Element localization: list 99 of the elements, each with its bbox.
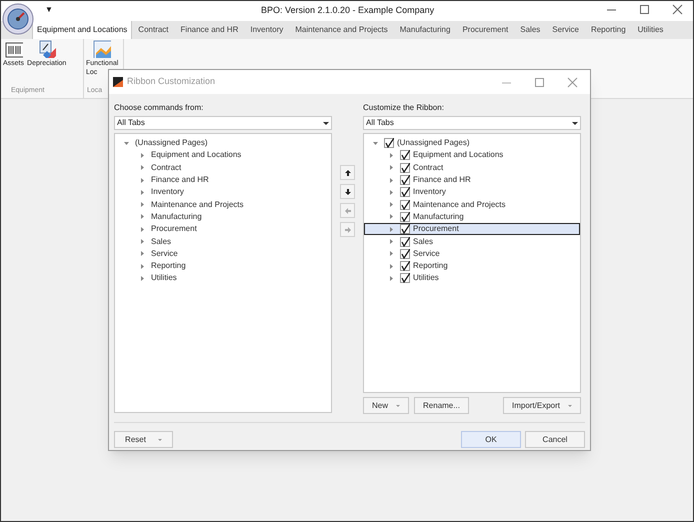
close-icon[interactable]: [672, 4, 683, 15]
ribbon-tab[interactable]: Equipment and Locations: [32, 20, 132, 39]
ribbon-tab[interactable]: Contract: [132, 21, 175, 39]
checkbox[interactable]: [400, 236, 410, 247]
ribbon-tab[interactable]: Utilities: [632, 21, 670, 39]
tree-item[interactable]: Maintenance and Projects: [115, 198, 331, 211]
tree-item[interactable]: Service: [364, 248, 580, 260]
expand-icon[interactable]: [139, 226, 146, 233]
tree-item[interactable]: Procurement: [115, 223, 331, 236]
collapse-icon[interactable]: [123, 140, 130, 147]
close-icon[interactable]: [567, 76, 578, 88]
checkbox[interactable]: [400, 212, 410, 222]
arrow-up-icon: [344, 168, 352, 176]
maximize-icon[interactable]: [639, 4, 650, 15]
expand-icon[interactable]: [139, 176, 146, 184]
window-title: BPO: Version 2.1.0.20 - Example Company: [261, 5, 434, 16]
tree-item[interactable]: Maintenance and Projects: [364, 198, 580, 211]
ribbon-tab[interactable]: Maintenance and Projects: [289, 21, 394, 39]
expand-icon[interactable]: [139, 201, 146, 208]
ribbon-tab[interactable]: Finance and HR: [174, 21, 244, 39]
checkbox[interactable]: [400, 248, 410, 259]
checkbox[interactable]: [400, 273, 410, 284]
tree-item[interactable]: Procurement: [364, 223, 580, 236]
tree-item[interactable]: Inventory: [115, 186, 331, 198]
expand-icon[interactable]: [388, 238, 395, 246]
tree-item[interactable]: Utilities: [115, 272, 331, 285]
maximize-icon[interactable]: [534, 76, 545, 88]
expand-icon[interactable]: [139, 152, 146, 159]
ribbon-tab[interactable]: Sales: [514, 21, 546, 39]
tree-item[interactable]: (Unassigned Pages): [115, 137, 331, 150]
tree-item[interactable]: Finance and HR: [364, 174, 580, 186]
ribbon-tab[interactable]: Procurement: [456, 21, 514, 39]
dropdown-arrow-icon[interactable]: [572, 122, 578, 124]
expand-icon[interactable]: [388, 201, 395, 208]
expand-icon[interactable]: [388, 188, 395, 196]
checkbox[interactable]: [400, 162, 410, 173]
cancel-button[interactable]: Cancel: [525, 431, 585, 448]
tree-item[interactable]: Utilities: [364, 272, 580, 285]
tree-item[interactable]: Sales: [364, 235, 580, 248]
expand-icon[interactable]: [388, 213, 395, 220]
toolbar-button[interactable]: Rename...: [414, 397, 469, 414]
move-up-button[interactable]: [340, 165, 355, 180]
dialog-title: Ribbon Customization: [127, 75, 216, 88]
tree-item[interactable]: Contract: [115, 162, 331, 174]
tree-item[interactable]: Service: [115, 248, 331, 260]
tree-item[interactable]: Manufacturing: [364, 210, 580, 224]
checkbox[interactable]: [400, 187, 410, 198]
tree-item[interactable]: Equipment and Locations: [364, 149, 580, 162]
ok-button[interactable]: OK: [461, 431, 521, 448]
expand-icon[interactable]: [388, 164, 395, 172]
expand-icon[interactable]: [139, 238, 146, 246]
expand-icon[interactable]: [139, 250, 146, 258]
expand-icon[interactable]: [388, 176, 395, 184]
expand-icon[interactable]: [139, 188, 146, 196]
tree-item[interactable]: Equipment and Locations: [115, 149, 331, 162]
section-label: Choose commands from:: [114, 102, 204, 114]
ribbon-tab[interactable]: Inventory: [244, 21, 290, 39]
tree-item[interactable]: Reporting: [115, 260, 331, 272]
expand-icon[interactable]: [139, 213, 146, 220]
reset-button[interactable]: Reset: [114, 431, 173, 448]
move-down-button[interactable]: [340, 184, 355, 199]
checkbox[interactable]: [400, 200, 410, 210]
quick-access-button[interactable]: ▼: [45, 4, 53, 16]
arrow-left-icon: [344, 206, 352, 214]
checkbox[interactable]: [400, 175, 410, 186]
expand-icon[interactable]: [388, 152, 395, 159]
expand-icon[interactable]: [388, 226, 395, 233]
arrow-right-icon: [344, 226, 352, 234]
checkbox[interactable]: [400, 150, 410, 160]
tree-item[interactable]: Finance and HR: [115, 174, 331, 186]
checkbox[interactable]: [384, 138, 394, 148]
expand-icon[interactable]: [388, 250, 395, 258]
barcode-icon[interactable]: [4, 40, 22, 58]
tree-item[interactable]: Manufacturing: [115, 210, 331, 224]
ribbon-tab[interactable]: Manufacturing: [394, 21, 456, 39]
tree-item[interactable]: Inventory: [364, 186, 580, 198]
area-chart-icon[interactable]: [93, 40, 112, 58]
app-logo-icon: [113, 77, 123, 87]
expand-icon[interactable]: [388, 262, 395, 270]
dropdown-field[interactable]: All Tabs: [114, 116, 332, 130]
tree-item[interactable]: Contract: [364, 162, 580, 174]
ribbon-tab[interactable]: Reporting: [584, 21, 632, 39]
tree-item[interactable]: Sales: [115, 235, 331, 248]
ribbon-tab[interactable]: Service: [546, 21, 585, 39]
dropdown-arrow-icon[interactable]: [323, 122, 329, 124]
expand-icon[interactable]: [139, 274, 146, 282]
toolbar-button[interactable]: Import/Export: [502, 397, 581, 414]
section-label: Customize the Ribbon:: [363, 102, 445, 114]
checkbox[interactable]: [400, 224, 410, 234]
checkbox[interactable]: [400, 261, 410, 272]
arrow-down-icon: [344, 188, 352, 196]
expand-icon[interactable]: [388, 274, 395, 282]
tree-item[interactable]: (Unassigned Pages): [364, 137, 580, 150]
expand-icon[interactable]: [139, 164, 146, 172]
tree-item[interactable]: Reporting: [364, 260, 580, 272]
collapse-icon[interactable]: [372, 140, 379, 147]
dropdown-field[interactable]: All Tabs: [363, 116, 581, 130]
toolbar-button[interactable]: New: [363, 397, 410, 414]
expand-icon[interactable]: [139, 262, 146, 270]
